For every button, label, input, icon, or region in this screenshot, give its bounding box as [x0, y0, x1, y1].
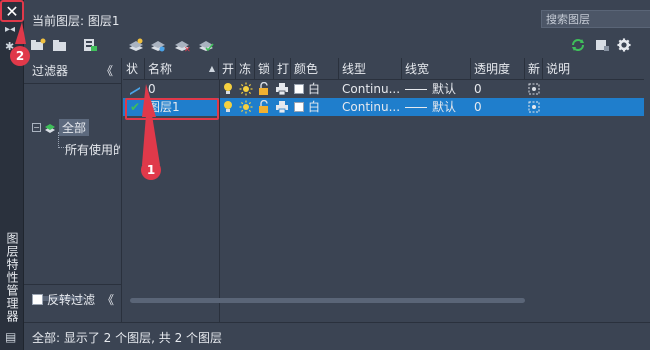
lightbulb-icon[interactable] [221, 100, 235, 114]
layer-table: 状 名称 ▲ 开 冻 锁 打 颜色 线型 线宽 透明度 新 说明 0 白 Cont… [123, 58, 644, 322]
group-filter-icon[interactable] [52, 38, 68, 52]
search-box[interactable] [541, 10, 650, 28]
new-layer-icon[interactable] [128, 38, 144, 52]
delete-layer-icon[interactable]: ✕ [174, 38, 190, 52]
lineweight-line [405, 89, 427, 90]
color-label: 白 [308, 82, 321, 96]
column-lineweight[interactable]: 线宽 [402, 58, 471, 80]
new-vp-freeze-icon[interactable] [527, 82, 541, 96]
printer-icon[interactable] [275, 82, 289, 96]
collapse-filter-button[interactable]: 《 [101, 62, 113, 79]
tree-label-used: 所有使用的图层 [65, 143, 120, 157]
table-row[interactable]: 0 白 Continu... 默认 0 [123, 80, 644, 98]
layer-color[interactable]: 白 [291, 98, 339, 116]
color-swatch [294, 102, 304, 112]
filter-title: 过滤器 [32, 64, 69, 78]
color-swatch [294, 84, 304, 94]
checkbox-box[interactable] [32, 294, 43, 305]
layer-color[interactable]: 白 [291, 80, 339, 98]
sun-icon[interactable] [239, 100, 253, 114]
column-name-label: 名称 [148, 62, 173, 76]
close-icon[interactable]: ✕ [2, 2, 22, 22]
column-transparency[interactable]: 透明度 [471, 58, 525, 80]
tree-node-used-layers[interactable]: 所有使用的图层 [62, 141, 120, 158]
unlock-icon[interactable] [257, 82, 271, 96]
column-color[interactable]: 颜色 [291, 58, 339, 80]
column-on[interactable]: 开 [219, 58, 236, 80]
column-plot[interactable]: 打 [274, 58, 291, 80]
table-scrollbar[interactable] [130, 298, 525, 303]
set-current-icon[interactable] [198, 38, 214, 52]
layer-linetype[interactable]: Continu... [339, 80, 402, 98]
unlock-icon[interactable] [257, 100, 271, 114]
lightbulb-icon[interactable] [221, 82, 235, 96]
filter-header: 过滤器 《 [24, 58, 121, 84]
name-column-divider [219, 80, 220, 322]
new-vp-layer-icon[interactable] [150, 38, 166, 52]
layer-linetype[interactable]: Continu... [339, 98, 402, 116]
column-name[interactable]: 名称 ▲ [145, 58, 219, 80]
header: 当前图层: 图层1 [24, 0, 650, 34]
search-input[interactable] [542, 11, 646, 27]
new-filter-icon[interactable] [30, 38, 46, 52]
collapse-panel-button[interactable]: 《 [102, 291, 114, 308]
column-linetype[interactable]: 线型 [339, 58, 402, 80]
layers-filter-icon [45, 123, 55, 133]
layer-name[interactable]: 0 [145, 80, 219, 98]
row-highlight-box [125, 98, 219, 120]
refresh-icon[interactable] [570, 38, 586, 52]
filter-tree: − 全部 所有使用的图层 [24, 84, 121, 301]
lineweight-line [405, 107, 427, 108]
invert-filter-checkbox[interactable]: 反转过滤 [32, 291, 95, 308]
column-lock[interactable]: 锁 [255, 58, 274, 80]
layer-status-icon [130, 87, 140, 95]
layer-lineweight[interactable]: 默认 [402, 80, 471, 98]
layer-transparency[interactable]: 0 [471, 80, 525, 98]
status-text: 全部: 显示了 2 个图层, 共 2 个图层 [32, 331, 223, 345]
layer-stack-icon[interactable]: ▤ [5, 330, 16, 344]
lineweight-label: 默认 [432, 82, 457, 96]
current-layer-label: 当前图层: 图层1 [32, 14, 120, 28]
column-new-vp-freeze[interactable]: 新 [525, 58, 543, 80]
table-header: 状 名称 ▲ 开 冻 锁 打 颜色 线型 线宽 透明度 新 说明 [123, 58, 644, 80]
lineweight-label: 默认 [432, 100, 457, 114]
state-manager-icon[interactable] [82, 38, 98, 52]
window-title: 图层特性管理器 [5, 232, 19, 323]
sun-icon[interactable] [239, 82, 253, 96]
new-vp-freeze-icon[interactable] [527, 100, 541, 114]
layer-transparency[interactable]: 0 [471, 98, 525, 116]
settings-gear-icon[interactable] [616, 38, 632, 52]
invert-filter-row: 反转过滤 《 [24, 284, 122, 314]
pin-icon[interactable]: ▸◂ [5, 24, 15, 35]
color-label: 白 [308, 100, 321, 114]
expand-collapse-icon[interactable]: − [32, 123, 41, 132]
printer-icon[interactable] [275, 100, 289, 114]
svg-text:✕: ✕ [184, 45, 190, 52]
callout-1: 1 [141, 160, 161, 180]
layer-lineweight[interactable]: 默认 [402, 98, 471, 116]
layer-settings-icon[interactable] [594, 38, 610, 52]
filter-panel: 过滤器 《 − 全部 所有使用的图层 反转过滤 《 [24, 58, 122, 322]
callout-2: 2 [10, 46, 30, 66]
column-description[interactable]: 说明 [543, 58, 644, 80]
column-freeze[interactable]: 冻 [236, 58, 255, 80]
sort-arrow-icon: ▲ [208, 64, 215, 73]
toolbar: ✕ [24, 34, 650, 58]
invert-filter-label: 反转过滤 [47, 293, 96, 307]
column-status[interactable]: 状 [123, 58, 145, 80]
status-bar: 全部: 显示了 2 个图层, 共 2 个图层 [24, 322, 650, 350]
